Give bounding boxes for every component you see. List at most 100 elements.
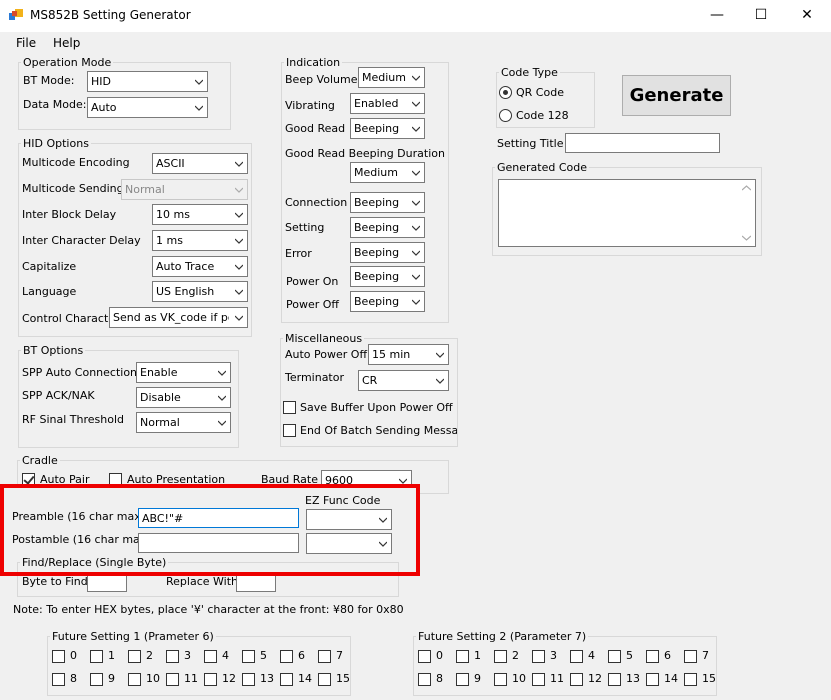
future-setting-1-bit-14-checkbox[interactable] [280, 673, 293, 686]
code-128-radio[interactable] [499, 109, 512, 122]
future-setting-2-bit-2-checkbox[interactable] [494, 650, 507, 663]
menu-help[interactable]: Help [53, 36, 80, 50]
spp-auto-connection-label: SPP Auto Connection [22, 366, 138, 379]
preamble-ez-func-select[interactable] [306, 509, 392, 530]
future-setting-1-bit-0-checkbox[interactable] [52, 650, 65, 663]
connection-select[interactable]: Beeping [350, 192, 425, 213]
save-buffer-checkbox[interactable] [283, 401, 296, 414]
setting-select[interactable]: Beeping [350, 217, 425, 238]
control-character-select[interactable]: Send as VK_code if po: [109, 307, 248, 328]
byte-to-find-input[interactable] [87, 572, 127, 592]
future-setting-2-bit-10-checkbox[interactable] [494, 673, 507, 686]
postamble-input[interactable] [138, 533, 299, 553]
language-select[interactable]: US English [152, 281, 248, 302]
generated-code-textarea[interactable] [498, 179, 756, 247]
rf-signal-threshold-select[interactable]: Normal [136, 412, 231, 433]
future-setting-1-bit-11-checkbox[interactable] [166, 673, 179, 686]
good-read-label: Good Read [285, 122, 346, 135]
setting-title-input[interactable] [565, 133, 720, 153]
preamble-input[interactable]: ABC!"# [138, 508, 299, 528]
future-setting-1-bit-5-checkbox[interactable] [242, 650, 255, 663]
future-setting-1-bit-9-label: 9 [108, 672, 115, 685]
beep-volume-select[interactable]: Medium [358, 67, 425, 88]
cradle-legend: Cradle [22, 454, 58, 467]
future-setting-2-bit-9-checkbox[interactable] [456, 673, 469, 686]
future-setting-2-bit-0-checkbox[interactable] [418, 650, 431, 663]
good-read-select[interactable]: Beeping [350, 118, 425, 139]
error-select[interactable]: Beeping [350, 242, 425, 263]
future-setting-2-bit-7-checkbox[interactable] [684, 650, 697, 663]
vibrating-select[interactable]: Enabled [350, 93, 425, 114]
inter-block-delay-select[interactable]: 10 ms [152, 204, 248, 225]
inter-character-delay-select[interactable]: 1 ms [152, 230, 248, 251]
future-setting-1-bit-7-checkbox[interactable] [318, 650, 331, 663]
future-setting-1-bit-2-checkbox[interactable] [128, 650, 141, 663]
future-setting-1-bit-12-checkbox[interactable] [204, 673, 217, 686]
minimize-button[interactable]: — [694, 0, 740, 30]
future-setting-1-bit-10-checkbox[interactable] [128, 673, 141, 686]
future-setting-2-bit-12-checkbox[interactable] [570, 673, 583, 686]
future-setting-1-bit-3-checkbox[interactable] [166, 650, 179, 663]
miscellaneous-legend: Miscellaneous [285, 332, 363, 345]
future-setting-1-bit-4-checkbox[interactable] [204, 650, 217, 663]
chevron-down-icon [235, 289, 243, 295]
future-setting-1-bit-15-checkbox[interactable] [318, 673, 331, 686]
generate-button[interactable]: Generate [622, 75, 731, 116]
future-setting-2-legend: Future Setting 2 (Parameter 7) [418, 630, 587, 643]
future-setting-2-bit-7-label: 7 [702, 649, 709, 662]
close-button[interactable]: ✕ [784, 0, 830, 30]
future-setting-1-bit-10-label: 10 [146, 672, 160, 685]
bt-options-legend: BT Options [23, 344, 84, 357]
spp-ack-nak-select[interactable]: Disable [136, 387, 231, 408]
connection-value: Beeping [354, 196, 400, 209]
future-setting-1-bit-13-checkbox[interactable] [242, 673, 255, 686]
good-read-duration-select[interactable]: Medium [350, 162, 425, 183]
data-mode-select[interactable]: Auto [87, 97, 208, 118]
operation-mode-legend: Operation Mode [23, 56, 112, 69]
rf-signal-threshold-value: Normal [140, 416, 180, 429]
future-setting-1-legend: Future Setting 1 (Prameter 6) [52, 630, 214, 643]
scroll-up-icon[interactable] [742, 185, 751, 191]
power-on-select[interactable]: Beeping [350, 266, 425, 287]
capitalize-select[interactable]: Auto Trace [152, 256, 248, 277]
auto-pair-checkbox[interactable] [22, 473, 35, 486]
future-setting-2-bit-1-checkbox[interactable] [456, 650, 469, 663]
power-off-select[interactable]: Beeping [350, 291, 425, 312]
auto-presentation-checkbox[interactable] [109, 473, 122, 486]
scroll-down-icon[interactable] [742, 235, 751, 241]
future-setting-2-bit-15-checkbox[interactable] [684, 673, 697, 686]
end-batch-checkbox[interactable] [283, 424, 296, 437]
terminator-select[interactable]: CR [358, 370, 449, 391]
generated-code-legend: Generated Code [497, 161, 588, 174]
replace-with-input[interactable] [236, 572, 276, 592]
future-setting-1-bit-8-checkbox[interactable] [52, 673, 65, 686]
future-setting-1-bit-9-checkbox[interactable] [90, 673, 103, 686]
future-setting-1-bit-6-checkbox[interactable] [280, 650, 293, 663]
future-setting-2-bit-4-checkbox[interactable] [570, 650, 583, 663]
qr-code-radio[interactable] [499, 86, 512, 99]
spp-auto-connection-select[interactable]: Enable [136, 362, 231, 383]
hid-options-legend: HID Options [23, 137, 89, 150]
bt-mode-select[interactable]: HID [87, 71, 208, 92]
future-setting-2-bit-11-checkbox[interactable] [532, 673, 545, 686]
future-setting-2-bit-13-checkbox[interactable] [608, 673, 621, 686]
beep-volume-value: Medium [362, 71, 406, 84]
auto-presentation-label: Auto Presentation [127, 473, 226, 486]
maximize-button[interactable]: ☐ [738, 0, 784, 30]
future-setting-2-bit-6-checkbox[interactable] [646, 650, 659, 663]
future-setting-2-bit-14-checkbox[interactable] [646, 673, 659, 686]
auto-power-off-select[interactable]: 15 min [368, 344, 449, 365]
future-setting-2-bit-8-label: 8 [436, 672, 443, 685]
bt-mode-label: BT Mode: [23, 74, 75, 87]
app-icon [9, 9, 23, 20]
postamble-ez-func-select[interactable] [306, 533, 392, 554]
multicode-encoding-select[interactable]: ASCII [152, 153, 248, 174]
future-setting-2-bit-3-checkbox[interactable] [532, 650, 545, 663]
future-setting-2-bit-8-checkbox[interactable] [418, 673, 431, 686]
future-setting-1-bit-1-checkbox[interactable] [90, 650, 103, 663]
menu-file[interactable]: File [16, 36, 36, 50]
future-setting-2-bit-5-checkbox[interactable] [608, 650, 621, 663]
multicode-sending-select[interactable]: Normal [121, 179, 248, 200]
chevron-down-icon [412, 250, 420, 256]
future-setting-2-bit-1-label: 1 [474, 649, 481, 662]
